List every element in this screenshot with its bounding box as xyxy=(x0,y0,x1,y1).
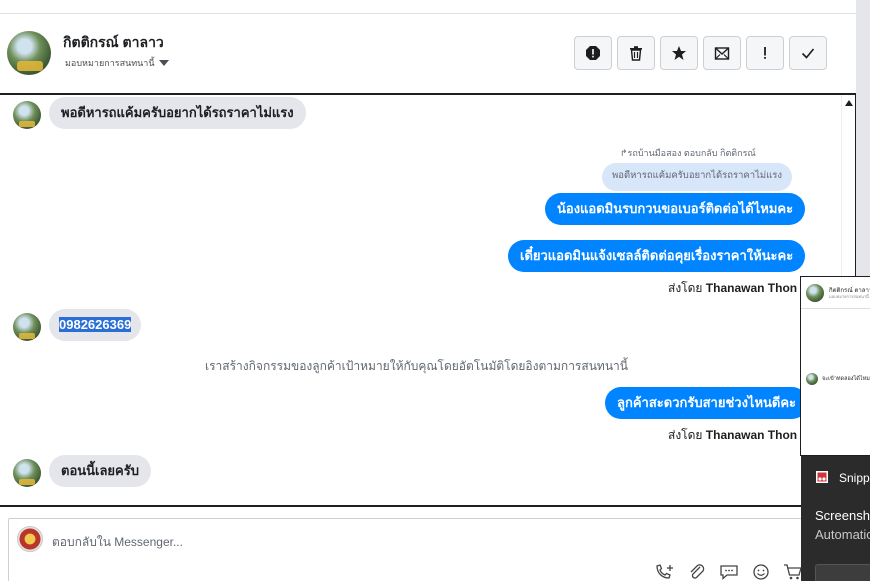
selected-phone-number[interactable]: 0982626369 xyxy=(59,317,132,332)
notification-body: Automatically saved xyxy=(815,527,870,542)
done-check-icon xyxy=(801,48,815,59)
mark-unread-button[interactable] xyxy=(703,36,741,70)
popup-subtitle: มอบหมายการสนทนานี้ xyxy=(829,294,869,299)
trash-icon xyxy=(630,46,642,61)
popup-header: กิตติกรณ์ ตาลาว มอบหมายการสนทนานี้ xyxy=(801,277,870,309)
sent-by-label: ส่งโดย Thanawan Thon xyxy=(668,426,797,445)
lead-activity-notice: เราสร้างกิจกรรมของลูกค้าเป้าหมายให้กับคุ… xyxy=(205,359,628,373)
contact-name[interactable]: กิตติกรณ์ ตาลาว xyxy=(63,32,164,54)
delete-button[interactable] xyxy=(617,36,655,70)
scroll-up-arrow-icon[interactable] xyxy=(845,100,853,106)
reply-composer[interactable]: ตอบกลับใน Messenger... xyxy=(8,518,808,581)
chat-preview-popup[interactable]: กิตติกรณ์ ตาลาว มอบหมายการสนทนานี้ จะเข้… xyxy=(800,276,870,456)
notification-action-button[interactable] xyxy=(815,564,870,581)
message-thread[interactable]: พอดีหารถแค้มครับอยากได้รถราคาไม่แรง ↱รถบ… xyxy=(0,93,856,507)
follow-up-button[interactable] xyxy=(746,36,784,70)
composer-tools xyxy=(654,563,804,581)
emoji-icon[interactable] xyxy=(750,563,772,581)
assign-conversation-dropdown[interactable]: มอบหมายการสนทนานี้ xyxy=(65,56,169,70)
conversation-header: กิตติกรณ์ ตาลาว มอบหมายการสนทนานี้ xyxy=(0,14,856,94)
sent-by-label: ส่งโดย Thanawan Thon xyxy=(668,279,797,298)
star-button[interactable] xyxy=(660,36,698,70)
follow-up-icon xyxy=(764,47,766,59)
spam-icon xyxy=(586,46,600,60)
assign-label: มอบหมายการสนทนานี้ xyxy=(65,58,155,68)
page-avatar xyxy=(17,526,43,552)
sender-avatar xyxy=(13,313,41,341)
sender-avatar xyxy=(13,101,41,129)
popup-message: จะเข้าทดลองได้ไหม xyxy=(822,376,870,382)
quoted-message[interactable]: พอดีหารถแค้มครับอยากได้รถราคาไม่แรง xyxy=(602,163,793,191)
incoming-message[interactable]: พอดีหารถแค้มครับอยากได้รถราคาไม่แรง xyxy=(49,97,306,129)
sent-by-name: Thanawan Thon xyxy=(705,281,798,295)
outgoing-message[interactable]: ลูกค้าสะดวกรับสายช่วงไหนดีคะ xyxy=(605,387,809,419)
sent-by-prefix: ส่งโดย xyxy=(668,428,703,442)
popup-avatar xyxy=(806,284,824,302)
incoming-message[interactable]: ตอนนี้เลยครับ xyxy=(49,455,151,487)
sender-avatar xyxy=(13,459,41,487)
popup-message-avatar xyxy=(806,373,818,385)
conversation-actions xyxy=(574,36,827,70)
call-icon[interactable] xyxy=(654,563,676,581)
reply-input[interactable]: ตอบกลับใน Messenger... xyxy=(52,533,183,552)
caret-down-icon xyxy=(158,60,169,66)
snipping-tool-icon xyxy=(816,471,828,483)
sent-by-prefix: ส่งโดย xyxy=(668,281,703,295)
mark-spam-button[interactable] xyxy=(574,36,612,70)
outgoing-message[interactable]: น้องแอดมินรบกวนขอเบอร์ติดต่อได้ไหมคะ xyxy=(545,193,806,225)
popup-message-row: จะเข้าทดลองได้ไหม xyxy=(806,373,870,385)
snipping-tool-notification[interactable]: Snipping Tool Screenshot copied Automati… xyxy=(801,456,870,581)
star-icon xyxy=(672,46,686,60)
outgoing-message[interactable]: เดี๋ยวแอดมินแจ้งเซลล์ติดต่อคุยเรื่องราคา… xyxy=(508,240,806,272)
contact-avatar[interactable] xyxy=(7,31,51,75)
notification-app-name: Snipping Tool xyxy=(839,471,870,485)
top-strip xyxy=(0,0,856,14)
attachment-icon[interactable] xyxy=(686,563,708,581)
notification-title: Screenshot copied xyxy=(815,508,870,523)
mark-unread-icon xyxy=(714,47,730,60)
mark-done-button[interactable] xyxy=(789,36,827,70)
sent-by-name: Thanawan Thon xyxy=(705,428,798,442)
reply-context-label: ↱รถบ้านมือสอง ตอบกลับ กิตติกรณ์ xyxy=(620,148,756,158)
incoming-message[interactable]: 0982626369 xyxy=(49,309,142,341)
saved-reply-icon[interactable] xyxy=(718,563,740,581)
